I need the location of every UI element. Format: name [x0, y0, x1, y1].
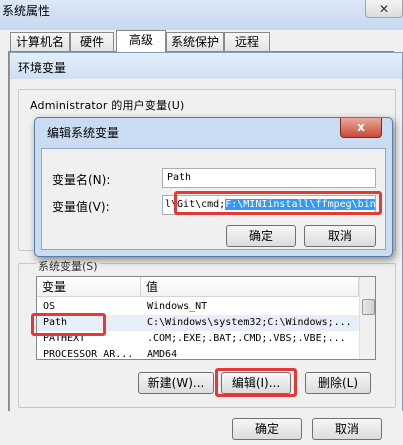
- row-variable-value: AMD64: [147, 349, 178, 360]
- row-variable-value: .COM;.EXE;.BAT;.CMD;.VBS;.VBE;...: [147, 333, 346, 344]
- env-dialog-title: 环境变量: [18, 61, 67, 75]
- env-dialog-titlebar: [10, 53, 402, 79]
- tab-hardware[interactable]: 硬件: [70, 32, 114, 51]
- row-variable-name: PROCESSOR_AR...: [43, 349, 134, 360]
- row-variable-value: C:\Windows\system32;C:\Windows;...: [147, 317, 352, 328]
- system-properties-titlebar: [0, 0, 403, 30]
- tab-remote[interactable]: 远程: [224, 32, 270, 51]
- window-title: 系统属性: [2, 4, 51, 18]
- window-close-button[interactable]: ✕: [365, 0, 403, 18]
- highlight-box-value: [174, 191, 382, 215]
- table-scrollbar[interactable]: [359, 277, 375, 359]
- edit-ok-button[interactable]: 确定: [226, 225, 296, 247]
- variable-name-input[interactable]: Path: [162, 168, 376, 188]
- variable-name-label: 变量名(N):: [52, 173, 111, 187]
- edit-system-variable-dialog: 编辑系统变量 x 变量名(N): Path 变量值(V): l\Git\cmd;…: [34, 117, 393, 257]
- env-ok-button[interactable]: 确定: [232, 418, 302, 440]
- scrollbar-thumb[interactable]: [362, 299, 375, 315]
- variable-value-label: 变量值(V):: [52, 200, 110, 214]
- tab-advanced[interactable]: 高级: [116, 30, 166, 52]
- edit-dialog-close-button[interactable]: x: [340, 118, 382, 138]
- tab-system-protection[interactable]: 系统保护: [166, 32, 224, 51]
- user-variables-label: Administrator 的用户变量(U): [28, 97, 187, 113]
- row-variable-value: Windows_NT: [147, 301, 208, 312]
- env-cancel-button[interactable]: 取消: [312, 418, 382, 440]
- column-header-value[interactable]: 值: [141, 277, 359, 297]
- highlight-box-path-row: [31, 313, 106, 336]
- delete-variable-button[interactable]: 删除(L): [305, 372, 371, 394]
- system-variables-label: 系统变量(S): [36, 258, 100, 274]
- tab-computer-name[interactable]: 计算机名: [10, 32, 70, 51]
- new-variable-button[interactable]: 新建(W)...: [138, 372, 214, 394]
- column-header-variable[interactable]: 变量: [37, 277, 141, 297]
- edit-cancel-button[interactable]: 取消: [304, 225, 376, 247]
- highlight-box-edit-button: [215, 368, 297, 397]
- edit-dialog-title: 编辑系统变量: [47, 126, 120, 140]
- table-row[interactable]: PROCESSOR_AR... AMD64: [37, 347, 359, 360]
